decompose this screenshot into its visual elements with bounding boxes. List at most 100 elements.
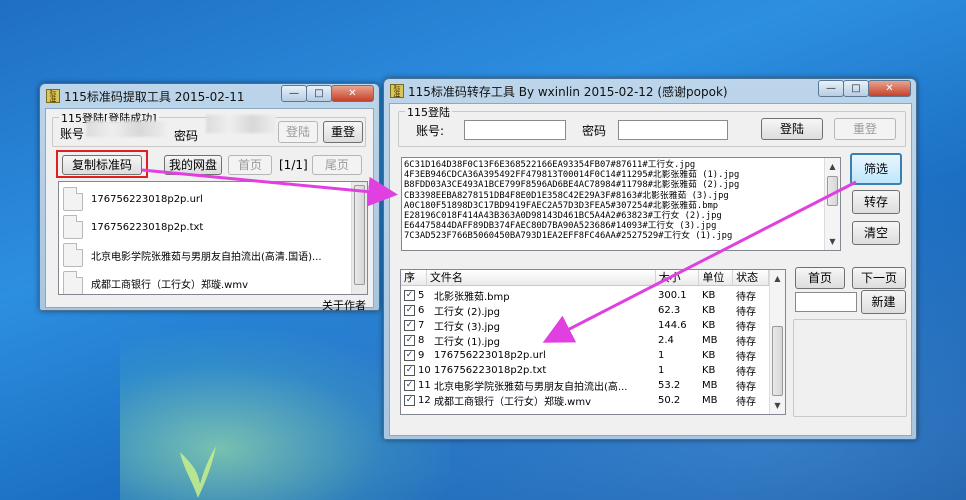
column-header[interactable]: 序 <box>401 270 427 285</box>
row-unit: MB <box>702 395 718 406</box>
file-table[interactable]: 序 文件名 大小 单位 状态 ✓ 5 北影张雅茹.bmp 300.1 KB 待存… <box>400 269 786 415</box>
file-list-scrollbar[interactable] <box>351 182 367 294</box>
clear-button[interactable]: 清空 <box>852 221 900 245</box>
row-filename: 成都工商银行（工行女）郑璇.wmv <box>434 397 592 408</box>
list-item[interactable]: 成都工商银行（工行女）郑璇.wmv <box>63 269 363 294</box>
code-input-area[interactable]: 6C31D164D38F0C13F6E368522166EA93354FB07#… <box>401 157 841 251</box>
page-indicator: [1/1] <box>279 158 308 172</box>
my-drive-button[interactable]: 我的网盘 <box>164 155 222 175</box>
row-unit: KB <box>702 290 716 301</box>
table-row[interactable]: ✓ 11 北京电影学院张雅茹与男朋友自拍流出(高... 53.2 MB 待存 <box>401 378 769 393</box>
file-icon <box>63 215 83 239</box>
side-panel-box <box>793 319 907 417</box>
window-controls: — □ ✕ <box>281 85 374 102</box>
transfer-window: 标准码 115标准码转存工具 By wxinlin 2015-02-12 (感谢… <box>383 78 917 440</box>
first-page-button[interactable]: 首页 <box>795 267 845 289</box>
scroll-thumb[interactable] <box>772 326 783 396</box>
relogin-button[interactable]: 重登 <box>323 121 363 143</box>
close-button[interactable]: ✕ <box>331 85 374 102</box>
app-icon: 标准码 <box>46 89 60 103</box>
row-size: 53.2 <box>658 380 681 391</box>
file-icon <box>63 271 83 294</box>
folder-name-input[interactable] <box>795 292 857 312</box>
minimize-button[interactable]: — <box>818 80 844 97</box>
scroll-thumb[interactable] <box>354 185 365 285</box>
row-size: 1 <box>658 365 665 376</box>
scroll-thumb[interactable] <box>827 176 838 206</box>
scroll-up-icon[interactable]: ▲ <box>825 159 840 174</box>
extractor-window: 标准码 115标准码提取工具 2015-02-11 — □ ✕ 115登陆[登陆… <box>39 83 380 312</box>
file-name: 176756223018p2p.txt <box>91 221 204 233</box>
list-item[interactable]: 北京电影学院张雅茹与男朋友自拍流出(高清.国语)... <box>63 241 363 269</box>
checkbox[interactable]: ✓ <box>404 290 415 301</box>
login-button[interactable]: 登陆 <box>761 118 823 140</box>
window-title: 115标准码提取工具 2015-02-11 <box>64 90 245 104</box>
login-button[interactable]: 登陆 <box>278 121 318 143</box>
password-redacted <box>206 115 276 133</box>
row-size: 300.1 <box>658 290 687 301</box>
account-input[interactable] <box>464 120 566 140</box>
checkbox[interactable]: ✓ <box>404 395 415 406</box>
transfer-button[interactable]: 转存 <box>852 190 900 214</box>
first-page-button[interactable]: 首页 <box>228 155 272 175</box>
table-row[interactable]: ✓ 10 176756223018p2p.txt 1 KB 待存 <box>401 363 769 378</box>
column-header[interactable]: 单位 <box>699 270 734 285</box>
relogin-button[interactable]: 重登 <box>834 118 896 140</box>
table-row[interactable]: ✓ 8 工行女 (1).jpg 2.4 MB 待存 <box>401 333 769 348</box>
row-filename: 工行女 (3).jpg <box>434 322 500 333</box>
account-label: 账号 <box>60 127 85 141</box>
account-label: 账号: <box>416 124 445 138</box>
row-unit: KB <box>702 350 716 361</box>
next-page-button[interactable]: 下一页 <box>852 267 906 289</box>
file-list[interactable]: 176756223018p2p.url 176756223018p2p.txt … <box>58 181 368 295</box>
column-header[interactable]: 状态 <box>733 270 769 285</box>
checkbox[interactable]: ✓ <box>404 335 415 346</box>
extractor-titlebar[interactable]: 标准码 115标准码提取工具 2015-02-11 — □ ✕ <box>40 84 379 108</box>
about-author-link[interactable]: 关于作者 <box>322 297 366 313</box>
table-scrollbar[interactable]: ▲ ▼ <box>769 270 785 414</box>
row-status: 待存 <box>736 382 756 393</box>
checkbox[interactable]: ✓ <box>404 320 415 331</box>
row-index: 11 <box>418 380 431 391</box>
scroll-up-icon[interactable]: ▲ <box>770 271 785 286</box>
table-row[interactable]: ✓ 6 工行女 (2).jpg 62.3 KB 待存 <box>401 303 769 318</box>
file-name: 北京电影学院张雅茹与男朋友自拍流出(高清.国语)... <box>91 251 322 263</box>
list-item[interactable]: 176756223018p2p.url <box>63 185 363 213</box>
minimize-button[interactable]: — <box>281 85 307 102</box>
checkbox[interactable]: ✓ <box>404 350 415 361</box>
password-input[interactable] <box>618 120 728 140</box>
checkbox[interactable]: ✓ <box>404 305 415 316</box>
row-filename: 工行女 (1).jpg <box>434 337 500 348</box>
new-folder-button[interactable]: 新建 <box>861 290 906 314</box>
extractor-client-area: 115登陆[登陆成功] 账号 密码 登陆 重登 复制标准码 我的网盘 首页 [1… <box>45 108 374 312</box>
code-line: CB3398EEBA8278151DB4F8E0D1E358C42E29A3F#… <box>404 190 729 201</box>
row-status: 待存 <box>736 337 756 348</box>
code-area-scrollbar[interactable]: ▲ ▼ <box>824 158 840 250</box>
file-name: 成都工商银行（工行女）郑璇.wmv <box>91 279 249 291</box>
filter-button[interactable]: 筛选 <box>850 153 902 185</box>
close-button[interactable]: ✕ <box>868 80 911 97</box>
table-row[interactable]: ✓ 12 成都工商银行（工行女）郑璇.wmv 50.2 MB 待存 <box>401 393 769 408</box>
row-index: 5 <box>418 290 425 301</box>
row-unit: KB <box>702 305 716 316</box>
window-controls: — □ ✕ <box>818 80 911 97</box>
scroll-down-icon[interactable]: ▼ <box>825 234 840 249</box>
app-icon: 标准码 <box>390 84 404 98</box>
column-header[interactable]: 大小 <box>656 270 700 285</box>
last-page-button[interactable]: 尾页 <box>312 155 362 175</box>
maximize-button[interactable]: □ <box>306 85 332 102</box>
checkbox[interactable]: ✓ <box>404 365 415 376</box>
code-line: E64475844DAFF89DB374FAEC80D7BA90A523686#… <box>404 221 717 232</box>
table-row[interactable]: ✓ 7 工行女 (3).jpg 144.6 KB 待存 <box>401 318 769 333</box>
transfer-titlebar[interactable]: 标准码 115标准码转存工具 By wxinlin 2015-02-12 (感谢… <box>384 79 916 103</box>
list-item[interactable]: 176756223018p2p.txt <box>63 213 363 241</box>
code-line: 7C3AD523F766B5060450BA793D1EA2EFF8FC46AA… <box>404 231 733 242</box>
table-row[interactable]: ✓ 9 176756223018p2p.url 1 KB 待存 <box>401 348 769 363</box>
column-header[interactable]: 文件名 <box>427 270 656 285</box>
row-filename: 176756223018p2p.txt <box>434 365 547 376</box>
scroll-down-icon[interactable]: ▼ <box>770 398 785 413</box>
row-filename: 北京电影学院张雅茹与男朋友自拍流出(高... <box>434 382 628 393</box>
table-row[interactable]: ✓ 5 北影张雅茹.bmp 300.1 KB 待存 <box>401 288 769 303</box>
maximize-button[interactable]: □ <box>843 80 869 97</box>
checkbox[interactable]: ✓ <box>404 380 415 391</box>
